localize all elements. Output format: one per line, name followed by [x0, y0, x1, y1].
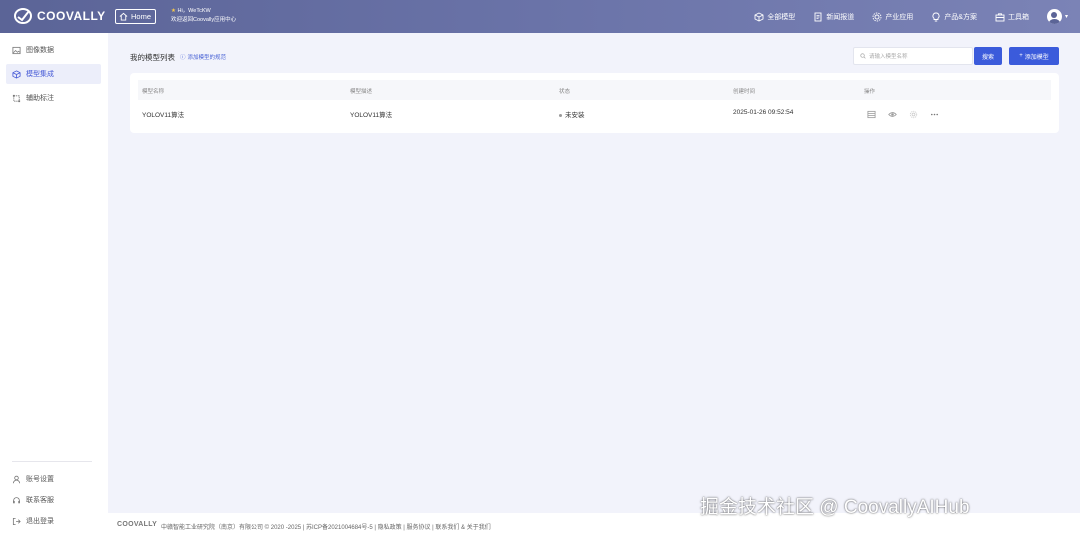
greeting-subtitle: 欢迎返回Coovally应用中心 — [171, 17, 237, 23]
column-header-created: 创建时间 — [733, 89, 756, 95]
home-label: Home — [131, 12, 152, 21]
sidebar-item-label: 退出登录 — [26, 518, 54, 525]
nav-label: 产业应用 — [885, 13, 914, 21]
footer-text: 中赣智能工业研究院（南京）有限公司 © 2020 -2025 | 苏ICP备20… — [161, 525, 491, 531]
lightbulb-icon — [932, 12, 940, 21]
eye-icon — [888, 112, 897, 117]
watermark: 掘金技术社区 @ CoovallyAIHub — [700, 497, 970, 518]
add-model-button[interactable]: + 添加模型 — [1009, 47, 1059, 65]
chevron-down-icon[interactable]: ▾ — [1065, 13, 1068, 20]
nav-label: 工具箱 — [1007, 13, 1029, 21]
status-dot — [559, 113, 562, 117]
model-table: 模型名称 模型描述 状态 创建时间 操作 YOLOV11算法 YOLOV11算法… — [130, 73, 1059, 133]
sidebar-item-label: 联系客服 — [26, 497, 54, 504]
annotate-icon — [12, 94, 21, 102]
gear-icon — [909, 110, 918, 119]
gear-icon — [872, 12, 882, 21]
image-icon — [12, 46, 21, 54]
sidebar-item-support[interactable]: 联系客服 — [6, 490, 101, 510]
cell-model-description: YOLOV11算法 — [350, 112, 393, 119]
nav-item-toolbox[interactable]: 工具箱 — [995, 12, 1029, 22]
search-input[interactable]: 请输入模型名称 — [853, 47, 973, 65]
greeting: ★ Hi，WeTcKW 欢迎返回Coovally应用中心 — [171, 7, 236, 25]
document-icon — [814, 12, 822, 21]
star-icon: ★ — [171, 8, 176, 14]
nav-item-solutions[interactable]: 产品&方案 — [931, 12, 977, 22]
cell-status: 未安装 — [559, 109, 585, 119]
sidebar-item-label: 模型集成 — [26, 71, 54, 78]
sidebar-item-label: 图像数据 — [26, 47, 54, 54]
table-icon — [867, 110, 876, 119]
sidebar-divider — [12, 461, 92, 462]
avatar[interactable] — [1046, 9, 1062, 24]
more-icon — [930, 113, 939, 116]
column-header-description: 模型描述 — [350, 89, 373, 95]
home-icon — [119, 12, 128, 21]
sidebar-item-logout[interactable]: 退出登录 — [6, 511, 101, 531]
settings-button[interactable] — [907, 108, 920, 121]
cell-model-name: YOLOV11算法 — [142, 112, 185, 119]
sidebar: 图像数据 模型集成 辅助标注 账号设置 联系客服 退出登录 — [0, 33, 108, 539]
toolbox-icon — [995, 12, 1005, 21]
headset-icon — [13, 496, 20, 503]
greeting-name: Hi，WeTcKW — [177, 8, 211, 14]
search-icon — [860, 53, 866, 59]
plus-icon: + — [1019, 53, 1023, 59]
column-header-name: 模型名称 — [142, 89, 165, 95]
nav-item-news[interactable]: 新闻报道 — [813, 12, 854, 22]
logo-text: COOVALLY — [37, 9, 106, 23]
sidebar-item-label: 账号设置 — [26, 476, 54, 483]
top-header: COOVALLY Home ★ Hi，WeTcKW 欢迎返回Coovally应用… — [0, 0, 1080, 33]
help-link-label: 添加模型的规范 — [187, 55, 227, 61]
status-badge: 未安装 — [565, 112, 585, 119]
home-button[interactable]: Home — [115, 9, 157, 24]
sidebar-item-annotation[interactable]: 辅助标注 — [6, 88, 101, 108]
nav-label: 全部模型 — [767, 13, 796, 21]
logo[interactable]: COOVALLY — [14, 8, 106, 24]
sidebar-item-model-integration[interactable]: 模型集成 — [6, 64, 101, 84]
cube-icon — [754, 11, 764, 22]
top-nav: 全部模型 新闻报道 产业应用 产品&方案 工具箱 ▾ — [736, 0, 1068, 33]
more-button[interactable] — [928, 108, 941, 121]
column-header-status: 状态 — [559, 89, 571, 95]
table-header: 模型名称 模型描述 状态 创建时间 操作 — [138, 80, 1051, 100]
logout-icon — [12, 517, 21, 525]
nav-item-models[interactable]: 全部模型 — [754, 11, 796, 22]
column-header-actions: 操作 — [864, 89, 876, 95]
help-link[interactable]: ⓘ 添加模型的规范 — [180, 53, 226, 61]
details-button[interactable] — [865, 108, 878, 121]
search-placeholder: 请输入模型名称 — [869, 54, 908, 60]
row-actions — [865, 108, 941, 121]
add-model-label: 添加模型 — [1024, 54, 1049, 61]
nav-item-industry[interactable]: 产业应用 — [872, 12, 913, 22]
search-button[interactable]: 搜索 — [974, 47, 1002, 65]
view-button[interactable] — [886, 108, 899, 121]
sidebar-item-image-data[interactable]: 图像数据 — [6, 40, 101, 60]
main-content: 我的模型列表 ⓘ 添加模型的规范 请输入模型名称 搜索 + 添加模型 模型名称 … — [108, 33, 1080, 513]
nav-label: 新闻报道 — [826, 13, 855, 21]
sidebar-item-account[interactable]: 账号设置 — [6, 469, 101, 489]
info-icon: ⓘ — [180, 55, 186, 61]
sidebar-item-label: 辅助标注 — [26, 95, 54, 102]
logo-mark-icon — [14, 8, 32, 24]
footer-logo: COOVALLY — [117, 521, 158, 528]
nav-label: 产品&方案 — [944, 13, 977, 21]
cell-created-time: 2025-01-26 09:52:54 — [733, 109, 794, 116]
page-title: 我的模型列表 — [130, 53, 175, 62]
user-icon — [12, 475, 21, 483]
cube-icon — [12, 69, 21, 79]
